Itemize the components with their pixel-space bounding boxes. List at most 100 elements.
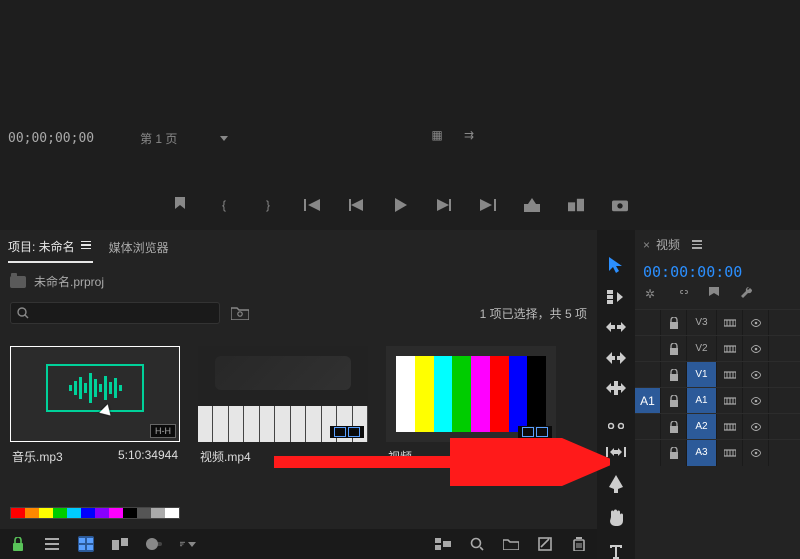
program-monitor: 00;00;00;00 第 1 页 ▦ ⇉ { } [0, 0, 800, 230]
tool-ripple-edit[interactable] [605, 320, 627, 334]
zoom-slider[interactable] [146, 536, 162, 552]
toggle-output-icon[interactable] [743, 414, 769, 440]
source-patch[interactable] [635, 310, 661, 336]
track-row: V2 [635, 335, 800, 361]
close-icon[interactable]: × [643, 238, 650, 252]
sync-lock-icon[interactable] [717, 336, 743, 362]
automate-icon[interactable] [435, 536, 451, 552]
project-panel: 项目: 未命名 媒体浏览器 未命名.prproj 1 项已选择，共 5 项 [0, 230, 597, 559]
toggle-output-icon[interactable] [743, 336, 769, 362]
lock-icon[interactable] [661, 388, 687, 414]
export-frame-icon[interactable] [612, 196, 628, 214]
toggle-output-icon[interactable] [743, 362, 769, 388]
source-patch[interactable] [635, 440, 661, 466]
track-label[interactable]: V3 [687, 310, 717, 336]
bars-thumbnail [386, 346, 556, 442]
project-item-video[interactable]: 视频.mp4 [198, 346, 368, 471]
play-icon[interactable] [392, 196, 408, 214]
source-patch[interactable]: A1 [635, 388, 661, 414]
monitor-timecode-row: 00;00;00;00 第 1 页 [8, 128, 228, 149]
toggle-output-icon[interactable] [743, 388, 769, 414]
track-label[interactable]: V1 [687, 362, 717, 388]
clip-duration: 2:53:12 [514, 448, 554, 465]
go-to-in-icon[interactable] [304, 196, 320, 214]
lock-icon[interactable] [10, 536, 26, 552]
project-item-bars[interactable]: 视频 2:53:12 [386, 346, 556, 471]
wrench-icon[interactable] [741, 287, 755, 301]
search-input[interactable] [10, 302, 220, 324]
mark-in-icon[interactable]: { [216, 196, 232, 214]
new-search-bin-icon[interactable] [230, 304, 250, 322]
link-icon[interactable] [677, 287, 691, 301]
step-forward-icon[interactable] [436, 196, 452, 214]
lock-icon[interactable] [661, 414, 687, 440]
page-selector[interactable]: 第 1 页 [134, 128, 228, 149]
sync-lock-icon[interactable] [717, 362, 743, 388]
timeline-track-headers: V3 V2 V1 A1 A1 A2 A3 [635, 309, 800, 465]
find-icon[interactable] [469, 536, 485, 552]
sync-lock-icon[interactable] [717, 414, 743, 440]
track-label[interactable]: A3 [687, 440, 717, 466]
go-to-out-icon[interactable] [480, 196, 496, 214]
tool-razor[interactable] [605, 411, 627, 429]
source-patch[interactable] [635, 414, 661, 440]
timeline-panel: × 视频 00:00:00:00 ✲ V3 V2 V1 A1 A1 [635, 230, 800, 559]
mark-out-icon[interactable]: } [260, 196, 276, 214]
tool-track-select[interactable] [605, 290, 627, 304]
lock-icon[interactable] [661, 336, 687, 362]
snap-icon[interactable]: ✲ [645, 287, 659, 301]
monitor-timecode[interactable]: 00;00;00;00 [8, 131, 94, 146]
monitor-buttons-right: ▦ ⇉ [430, 128, 476, 142]
sync-lock-icon[interactable] [717, 388, 743, 414]
tool-rate-stretch[interactable] [605, 381, 627, 395]
insert-overwrite-icon[interactable] [568, 196, 584, 214]
sort-icon[interactable] [180, 536, 196, 552]
tool-hand[interactable] [605, 509, 627, 527]
step-back-icon[interactable] [348, 196, 364, 214]
timeline-tab-label[interactable]: 视频 [656, 236, 680, 253]
sync-lock-icon[interactable] [717, 310, 743, 336]
tab-project[interactable]: 项目: 未命名 [8, 238, 93, 263]
source-patch[interactable] [635, 362, 661, 388]
track-label[interactable]: A2 [687, 414, 717, 440]
track-label[interactable]: V2 [687, 336, 717, 362]
marker-add-icon[interactable] [709, 287, 723, 301]
lift-icon[interactable] [524, 196, 540, 214]
track-label[interactable]: A1 [687, 388, 717, 414]
menu-icon[interactable] [81, 241, 93, 253]
project-item-audio[interactable]: H-H 音乐.mp3 5:10:34944 [10, 346, 180, 471]
resolution-icon[interactable]: ▦ [430, 128, 444, 142]
delete-icon[interactable] [571, 536, 587, 552]
toggle-output-icon[interactable] [743, 440, 769, 466]
track-row: A1 A1 [635, 387, 800, 413]
sync-lock-icon[interactable] [717, 440, 743, 466]
tool-type[interactable] [605, 543, 627, 559]
transport-bar: { } [0, 196, 800, 214]
marker-icon[interactable] [172, 196, 188, 214]
search-row: 1 项已选择，共 5 项 [0, 296, 597, 330]
loop-icon[interactable]: ⇉ [462, 128, 476, 142]
list-view-icon[interactable] [44, 536, 60, 552]
menu-icon[interactable] [692, 240, 704, 249]
video-thumbnail [198, 346, 368, 442]
edit-toolbox [597, 230, 635, 559]
lock-icon[interactable] [661, 362, 687, 388]
thumb-caption: 视频 2:53:12 [386, 442, 556, 471]
clip-duration: 5:10:34944 [118, 448, 178, 465]
tab-media-browser[interactable]: 媒体浏览器 [109, 238, 169, 263]
lock-icon[interactable] [661, 440, 687, 466]
thumb-caption: 视频.mp4 [198, 442, 368, 471]
tool-pen[interactable] [605, 475, 627, 493]
icon-view-icon[interactable] [78, 536, 94, 552]
lower-section: 项目: 未命名 媒体浏览器 未命名.prproj 1 项已选择，共 5 项 [0, 230, 800, 559]
lock-icon[interactable] [661, 310, 687, 336]
toggle-output-icon[interactable] [743, 310, 769, 336]
source-patch[interactable] [635, 336, 661, 362]
tool-slip[interactable] [605, 445, 627, 459]
new-item-icon[interactable] [537, 536, 553, 552]
tool-selection[interactable] [605, 256, 627, 274]
timeline-timecode[interactable]: 00:00:00:00 [635, 259, 800, 285]
tool-rolling-edit[interactable] [605, 350, 627, 364]
freeform-view-icon[interactable] [112, 536, 128, 552]
new-bin-icon[interactable] [503, 536, 519, 552]
